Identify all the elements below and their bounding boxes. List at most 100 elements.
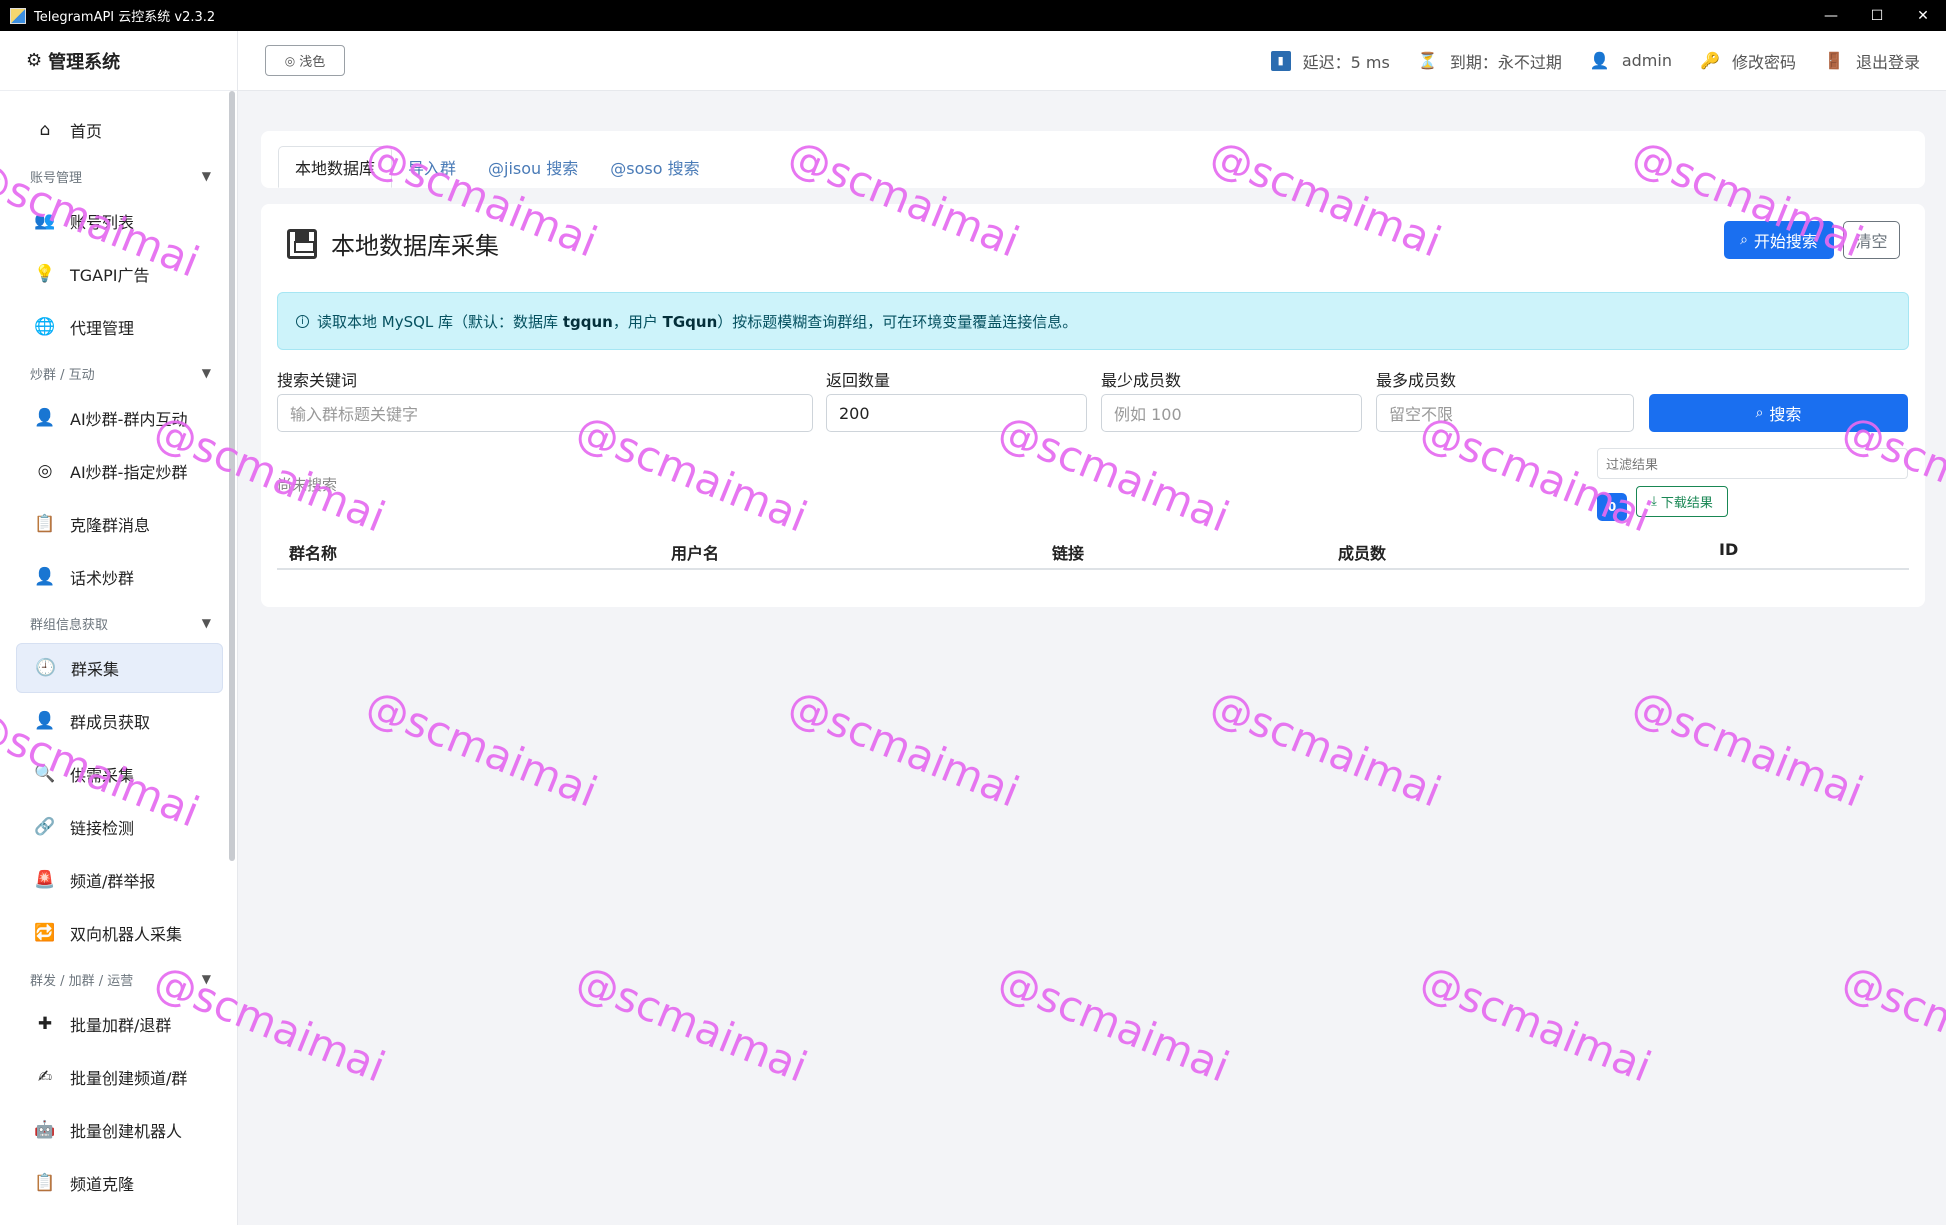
sidebar-item[interactable]: 💡 TGAPI广告 — [16, 249, 223, 299]
target-icon: ◎ — [37, 461, 53, 481]
keyword-label: 搜索关键词 — [277, 371, 358, 390]
expiry-indicator: ⏳ 到期：永不过期 — [1418, 49, 1562, 73]
tabs-card: 本地数据库 导入群 @jisou 搜索 @soso 搜索 — [261, 131, 1925, 188]
card-title: 本地数据库采集 — [287, 226, 499, 261]
magnifier-icon: 🔍 — [34, 764, 56, 784]
results-table-header: 群名称 用户名 链接 成员数 ID — [277, 530, 1909, 570]
user-script-icon: 👤 — [34, 567, 56, 587]
latency-text: 延迟：5 ms — [1302, 52, 1390, 72]
search-button[interactable]: ⌕ 搜索 — [1649, 394, 1908, 432]
sidebar-item[interactable]: 🤖 批量创建机器人 — [16, 1105, 223, 1155]
sidebar-group-label: 炒群 / 互动 — [30, 367, 95, 383]
theme-toggle-button[interactable]: ◎ 浅色 — [265, 45, 345, 76]
pen-user-icon: ✍ — [37, 1067, 53, 1087]
sidebar-item-label: TGAPI广告 — [70, 266, 150, 285]
expiry-text: 到期：永不过期 — [1449, 52, 1562, 72]
download-results-button[interactable]: ⤓ 下载结果 — [1636, 486, 1728, 517]
source-tabs: 本地数据库 导入群 @jisou 搜索 @soso 搜索 — [278, 146, 716, 188]
filter-results-input[interactable]: 过滤结果 — [1597, 448, 1908, 479]
sidebar-group-label: 群发 / 加群 / 运营 — [30, 973, 134, 989]
sidebar-group[interactable]: 群发 / 加群 / 运营 ▼ — [16, 961, 223, 997]
logout-link[interactable]: 🚪 退出登录 — [1824, 49, 1920, 73]
sidebar-item[interactable]: 🌐 代理管理 — [16, 302, 223, 352]
sidebar-item-label: 克隆群消息 — [70, 516, 151, 535]
sidebar-group[interactable]: 炒群 / 互动 ▼ — [16, 355, 223, 391]
robot-icon: 🤖 — [34, 1120, 56, 1140]
key-icon: 🔑 — [1700, 51, 1720, 70]
sidebar-scrollbar[interactable] — [229, 91, 235, 861]
clear-button[interactable]: 清空 — [1843, 221, 1900, 259]
keyword-input[interactable]: 输入群标题关键字 — [277, 394, 813, 432]
sidebar-group-label: 账号管理 — [30, 170, 83, 186]
sidebar-group-label: 群组信息获取 — [30, 617, 109, 633]
sidebar-item[interactable]: 📋 频道克隆 — [16, 1158, 223, 1208]
watermark-text: @scmaimai — [359, 680, 604, 817]
sidebar-item[interactable]: 👤 话术炒群 — [16, 552, 223, 602]
palette-icon: ◎ — [284, 53, 296, 68]
window-titlebar: TelegramAPI 云控系统 v2.3.2 — ☐ ✕ — [0, 0, 1946, 31]
sidebar-group[interactable]: 账号管理 ▼ — [16, 158, 223, 194]
clipboard-icon: 📋 — [34, 1173, 56, 1193]
min-members-input[interactable]: 例如 100 — [1101, 394, 1362, 432]
sidebar-item-label: 账号列表 — [70, 213, 135, 232]
sidebar-item[interactable]: 🔗 链接检测 — [16, 802, 223, 852]
sidebar-item-label: 批量创建频道/群 — [70, 1069, 188, 1088]
sidebar-item[interactable]: 🕘 群采集 — [16, 643, 223, 693]
alert-text: 读取本地 MySQL 库（默认：数据库 tgqun，用户 TGqun）按标题模糊… — [317, 312, 1078, 331]
sidebar-item-label: 供需采集 — [70, 766, 135, 785]
count-input[interactable]: 200 — [826, 394, 1087, 432]
sidebar-item-label: 首页 — [70, 122, 103, 141]
change-password-link[interactable]: 🔑 修改密码 — [1700, 49, 1796, 73]
sidebar-item-label: 群成员获取 — [70, 713, 151, 732]
info-alert: i 读取本地 MySQL 库（默认：数据库 tgqun，用户 TGqun）按标题… — [277, 292, 1909, 350]
gear-icon: ⚙ — [26, 50, 43, 71]
sidebar-group[interactable]: 群组信息获取 ▼ — [16, 605, 223, 641]
tab-import[interactable]: 导入群 — [392, 146, 472, 188]
sidebar-item[interactable]: 🔁 双向机器人采集 — [16, 908, 223, 958]
tab-soso[interactable]: @soso 搜索 — [594, 146, 715, 188]
tab-jisou[interactable]: @jisou 搜索 — [472, 146, 594, 188]
clock-icon: 🕘 — [35, 658, 57, 678]
sidebar-item[interactable]: ✍ 批量创建频道/群 — [16, 1052, 223, 1102]
floppy-disk-icon — [287, 228, 317, 259]
watermark-text: @scmaimai — [781, 680, 1026, 817]
sidebar-item-label: 话术炒群 — [70, 569, 135, 588]
sidebar-item[interactable]: 🔍 供需采集 — [16, 749, 223, 799]
sidebar-item[interactable]: 👤 群成员获取 — [16, 696, 223, 746]
sidebar-item-label: 频道克隆 — [70, 1175, 135, 1194]
theme-label: 浅色 — [299, 55, 326, 70]
brand-title: 管理系统 — [48, 51, 121, 73]
user-menu[interactable]: 👤 admin — [1590, 51, 1672, 71]
info-icon: i — [296, 314, 309, 328]
tab-local-db[interactable]: 本地数据库 — [278, 146, 393, 188]
change-password-label: 修改密码 — [1731, 52, 1796, 72]
download-icon: ⤓ — [1651, 494, 1657, 509]
minimize-button[interactable]: — — [1808, 0, 1854, 31]
column-username: 用户名 — [671, 544, 720, 563]
sidebar-item[interactable]: 👤 AI炒群-群内互动 — [16, 393, 223, 443]
sidebar-item-label: AI炒群-群内互动 — [70, 410, 188, 429]
watermark-text: @scmaimai — [1413, 955, 1658, 1092]
sidebar-item-label: 批量创建机器人 — [70, 1122, 183, 1141]
caret-down-icon: ▼ — [201, 616, 211, 630]
start-search-button[interactable]: ⌕ 开始搜索 — [1724, 221, 1834, 259]
member-icon: 👤 — [34, 711, 56, 731]
sidebar-item[interactable]: ◎ AI炒群-指定炒群 — [16, 446, 223, 496]
bulb-icon: 💡 — [34, 264, 56, 284]
sidebar-item[interactable]: 🚨 频道/群举报 — [16, 855, 223, 905]
home-icon: ⌂ — [39, 120, 51, 140]
column-group-name: 群名称 — [289, 544, 338, 563]
max-members-input[interactable]: 留空不限 — [1376, 394, 1634, 432]
sidebar-item-label: 频道/群举报 — [70, 872, 156, 891]
sidebar-item[interactable]: ✚ 批量加群/退群 — [16, 999, 223, 1049]
hourglass-icon: ⏳ — [1417, 51, 1438, 70]
close-button[interactable]: ✕ — [1900, 0, 1946, 31]
search-icon: ⌕ — [1740, 232, 1748, 248]
sidebar-item[interactable]: ⌂ 首页 — [16, 105, 223, 155]
clipboard-icon: 📋 — [34, 514, 56, 534]
maximize-button[interactable]: ☐ — [1854, 0, 1900, 31]
sidebar-item[interactable]: 👥 账号列表 — [16, 196, 223, 246]
max-members-label: 最多成员数 — [1376, 371, 1457, 390]
sidebar-nav: ⌂ 首页 账号管理 ▼ 👥 账号列表 💡 TGAPI广告 🌐 代理管理 炒群 / 互动 ▼ 👤 AI炒群-… — [0, 91, 237, 1208]
sidebar-item[interactable]: 📋 克隆群消息 — [16, 499, 223, 549]
